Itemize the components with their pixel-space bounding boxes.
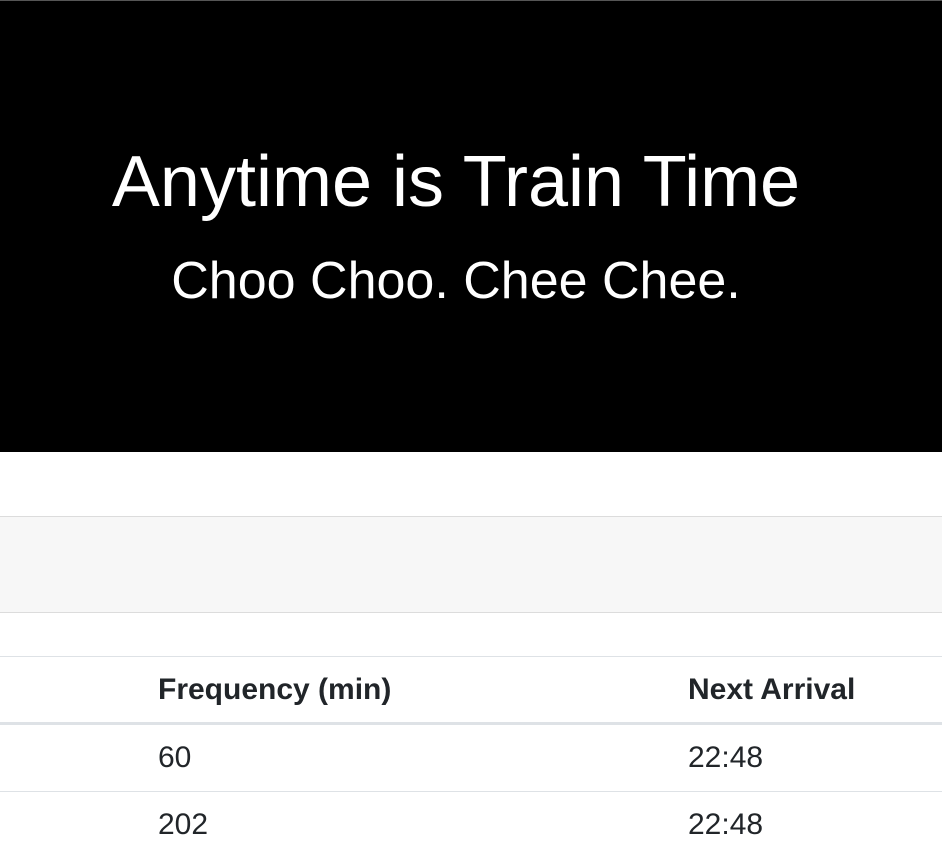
- card-header: [0, 516, 942, 613]
- jumbotron-header: Anytime is Train Time Choo Choo. Chee Ch…: [0, 0, 942, 452]
- frequency-cell: 202: [158, 808, 209, 841]
- page-subtitle: Choo Choo. Chee Chee.: [171, 252, 741, 310]
- page-title: Anytime is Train Time: [111, 142, 801, 222]
- frequency-cell: 60: [158, 741, 192, 774]
- page: Anytime is Train Time Choo Choo. Chee Ch…: [0, 0, 942, 842]
- column-header-next-arrival: Next Arrival: [688, 673, 856, 706]
- table-header-row: Frequency (min) Next Arrival: [0, 657, 942, 725]
- next-arrival-cell: 22:48: [688, 808, 764, 841]
- next-arrival-cell: 22:48: [688, 741, 764, 774]
- table-row: 60 22:48: [0, 725, 942, 792]
- train-schedule-table: Frequency (min) Next Arrival 60 22:48 20…: [0, 656, 942, 842]
- column-header-frequency: Frequency (min): [158, 673, 392, 706]
- table-row: 202 22:48: [0, 792, 942, 842]
